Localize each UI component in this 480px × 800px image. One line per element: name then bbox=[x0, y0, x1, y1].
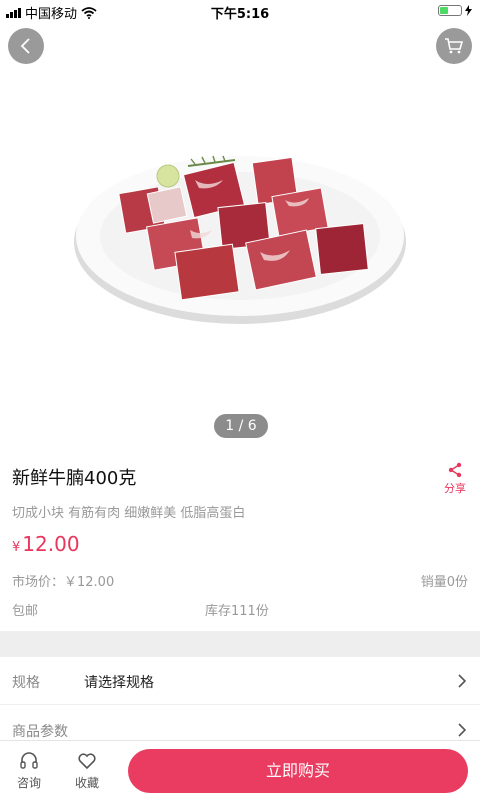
status-right bbox=[438, 5, 472, 16]
gallery-pager: 1 / 6 bbox=[214, 414, 268, 438]
consult-label: 咨询 bbox=[16, 776, 41, 790]
share-icon bbox=[448, 462, 462, 478]
share-label: 分享 bbox=[444, 482, 466, 495]
heart-icon bbox=[78, 753, 96, 770]
product-price: ¥12.00 bbox=[12, 532, 80, 556]
stock-count: 库存111份 bbox=[205, 604, 269, 619]
product-gallery[interactable]: 1 / 6 bbox=[0, 22, 480, 454]
status-time: 下午5:16 bbox=[210, 7, 270, 22]
back-icon bbox=[20, 38, 30, 54]
cart-icon bbox=[445, 38, 464, 54]
favorite-label: 收藏 bbox=[74, 776, 99, 790]
chevron-right-icon bbox=[458, 723, 466, 737]
price-currency: ¥ bbox=[12, 540, 21, 555]
market-price: 市场价：￥12.00 bbox=[12, 575, 115, 590]
params-label: 商品参数 bbox=[12, 724, 68, 740]
status-bar: 中国移动 下午5:16 bbox=[0, 0, 480, 22]
chevron-right-icon bbox=[458, 674, 466, 688]
spec-selector[interactable]: 规格 请选择规格 bbox=[0, 657, 480, 705]
spec-value: 请选择规格 bbox=[84, 675, 154, 691]
sales-count: 销量0份 bbox=[420, 575, 468, 590]
back-button[interactable] bbox=[8, 28, 44, 64]
charging-icon bbox=[465, 5, 472, 16]
price-sales-row: 市场价：￥12.00 销量0份 bbox=[12, 571, 468, 590]
consult-button[interactable]: 咨询 bbox=[9, 751, 49, 791]
buy-now-button[interactable]: 立即购买 bbox=[128, 749, 468, 793]
product-image bbox=[70, 140, 410, 330]
headset-icon bbox=[20, 752, 38, 769]
battery-icon bbox=[438, 5, 462, 16]
product-title: 新鲜牛腩400克 bbox=[12, 468, 137, 489]
spec-label: 规格 bbox=[12, 675, 40, 691]
share-button[interactable]: 分享 bbox=[442, 462, 468, 496]
product-subtitle: 切成小块 有筋有肉 细嫩鲜美 低脂高蛋白 bbox=[12, 506, 246, 521]
shipping-info: 包邮 bbox=[12, 604, 39, 619]
bottom-action-bar: 咨询 收藏 立即购买 bbox=[0, 740, 480, 800]
shipping-stock-row: 包邮 库存111份 bbox=[12, 600, 468, 619]
favorite-button[interactable]: 收藏 bbox=[67, 751, 107, 791]
cart-button[interactable] bbox=[436, 28, 472, 64]
section-divider bbox=[0, 631, 480, 657]
price-value: 12.00 bbox=[22, 532, 80, 556]
